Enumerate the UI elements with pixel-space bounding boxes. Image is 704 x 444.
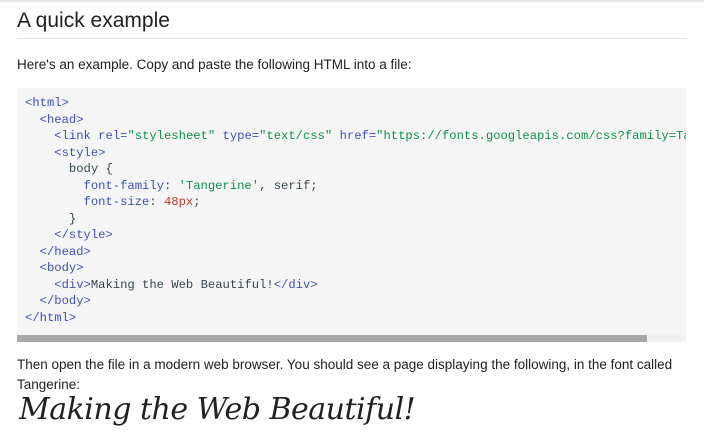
code-block[interactable]: <html> <head> <link rel="stylesheet" typ… xyxy=(17,88,686,342)
section-title: A quick example xyxy=(17,9,170,32)
tangerine-sample-text: Making the Web Beautiful! xyxy=(19,392,416,427)
outro-paragraph: Then open the file in a modern web brows… xyxy=(17,357,673,392)
title-divider xyxy=(17,38,687,39)
scrollbar-thumb[interactable] xyxy=(17,335,647,342)
horizontal-scrollbar[interactable] xyxy=(17,335,686,342)
code-listing: <html> <head> <link rel="stylesheet" typ… xyxy=(25,96,686,325)
intro-paragraph: Here's an example. Copy and paste the fo… xyxy=(17,57,412,72)
top-border xyxy=(0,0,704,2)
